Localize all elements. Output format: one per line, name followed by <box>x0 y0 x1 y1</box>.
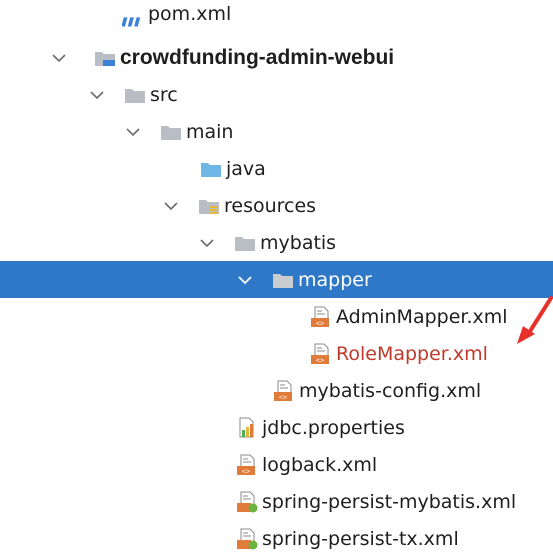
tree-item-spring-persist-tx-xml[interactable]: spring-persist-tx.xml <box>0 520 553 557</box>
tree-item-mybatis[interactable]: mybatis <box>0 224 553 261</box>
folder-icon <box>160 121 182 143</box>
chevron-down-icon[interactable] <box>124 123 142 141</box>
tree-item-mybatis-config-xml[interactable]: <> mybatis-config.xml <box>0 372 553 409</box>
tree-item-label: mybatis <box>260 231 337 254</box>
folder-icon <box>124 84 146 106</box>
folder-icon <box>272 269 294 291</box>
tree-item-mapper[interactable]: mapper <box>0 261 553 298</box>
resources-folder-icon <box>198 195 220 217</box>
chevron-down-icon[interactable] <box>50 49 68 67</box>
spring-xml-file-icon <box>236 491 258 513</box>
xml-file-icon: <> <box>236 454 258 476</box>
tree-item-label: crowdfunding-admin-webui <box>120 45 395 69</box>
tree-item-jdbc-properties[interactable]: jdbc.properties <box>0 409 553 446</box>
tree-item-pom[interactable]: pom.xml <box>0 2 553 39</box>
project-tree: pom.xml crowdfunding-admin-webui src mai… <box>0 0 553 550</box>
tree-item-role-mapper-xml[interactable]: <> RoleMapper.xml <box>0 335 553 372</box>
tree-item-label: spring-persist-tx.xml <box>262 527 459 550</box>
folder-icon <box>234 232 256 254</box>
maven-icon <box>122 10 144 32</box>
tree-item-label: resources <box>224 194 317 217</box>
tree-item-spring-persist-mybatis-xml[interactable]: spring-persist-mybatis.xml <box>0 483 553 520</box>
xml-file-icon: <> <box>310 343 332 365</box>
tree-item-main[interactable]: main <box>0 113 553 150</box>
tree-item-label: src <box>150 83 178 106</box>
tree-item-label: mybatis-config.xml <box>299 379 482 402</box>
tree-item-src[interactable]: src <box>0 76 553 113</box>
properties-file-icon <box>236 417 258 439</box>
svg-text:<>: <> <box>242 467 250 475</box>
tree-item-label: mapper <box>298 268 372 291</box>
tree-item-label: AdminMapper.xml <box>336 305 508 328</box>
tree-item-label: RoleMapper.xml <box>336 342 488 365</box>
chevron-down-icon[interactable] <box>236 271 254 289</box>
tree-item-label: java <box>226 157 266 180</box>
tree-item-label: jdbc.properties <box>262 416 405 439</box>
chevron-down-icon[interactable] <box>88 86 106 104</box>
tree-item-resources[interactable]: resources <box>0 187 553 224</box>
tree-item-module[interactable]: crowdfunding-admin-webui <box>0 39 553 76</box>
tree-item-admin-mapper-xml[interactable]: <> AdminMapper.xml <box>0 298 553 335</box>
tree-item-label: logback.xml <box>262 453 378 476</box>
chevron-down-icon[interactable] <box>198 234 216 252</box>
chevron-down-icon[interactable] <box>162 197 180 215</box>
annotation-arrow-icon <box>517 296 553 344</box>
svg-text:<>: <> <box>279 393 287 401</box>
tree-item-label: spring-persist-mybatis.xml <box>262 490 517 513</box>
xml-file-icon: <> <box>273 380 295 402</box>
xml-file-icon: <> <box>310 306 332 328</box>
tree-item-logback-xml[interactable]: <> logback.xml <box>0 446 553 483</box>
module-folder-icon <box>94 47 116 69</box>
tree-item-label: pom.xml <box>148 2 232 25</box>
spring-xml-file-icon <box>236 528 258 550</box>
tree-item-java[interactable]: java <box>0 150 553 187</box>
svg-text:<>: <> <box>316 319 324 327</box>
source-folder-icon <box>200 158 222 180</box>
tree-item-label: main <box>186 120 234 143</box>
svg-text:<>: <> <box>316 356 324 364</box>
